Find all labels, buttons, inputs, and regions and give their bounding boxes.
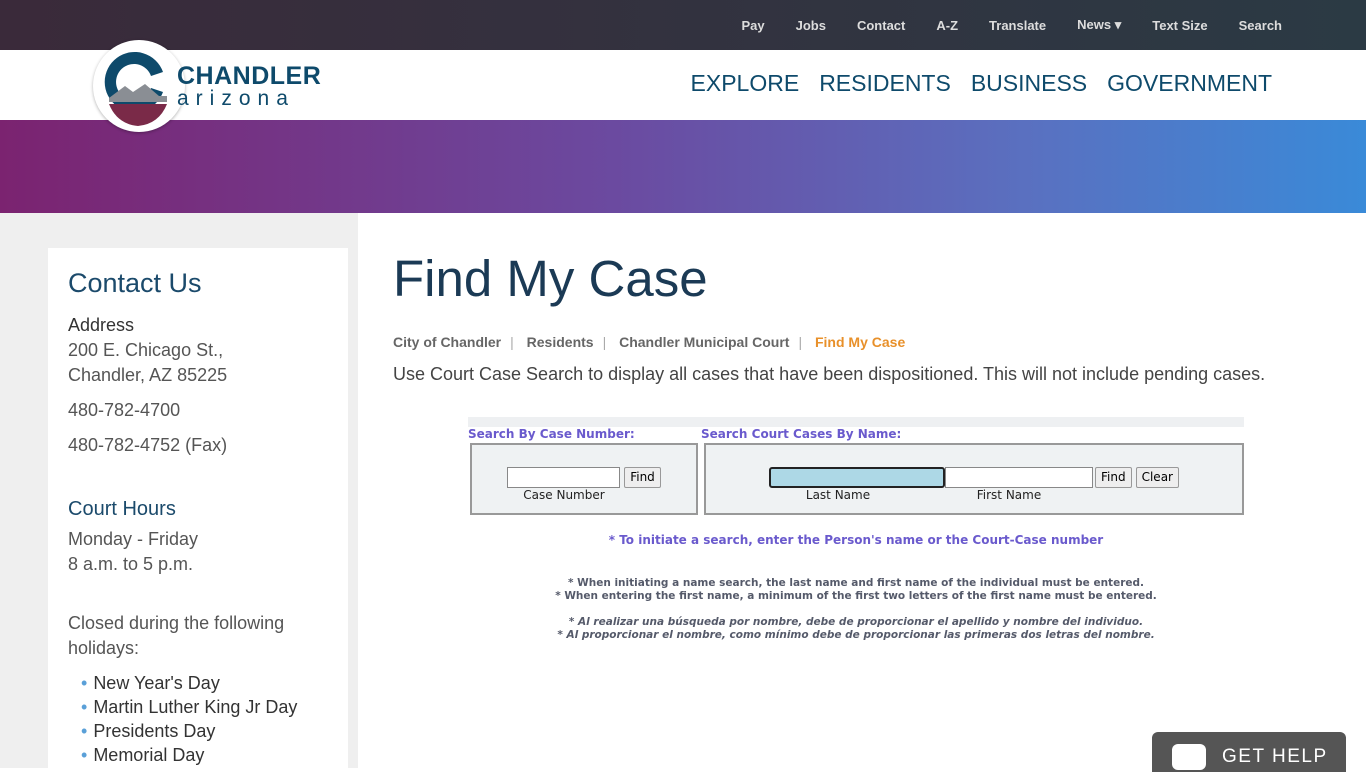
search-note: * To initiate a search, enter the Person…: [608, 533, 1104, 547]
list-item: New Year's Day: [81, 671, 328, 695]
banner: [0, 120, 1366, 213]
main-content: Find My Case City of Chandler | Residents…: [358, 213, 1366, 768]
nav-government[interactable]: GOVERNMENT: [1107, 70, 1272, 97]
address-label: Address: [68, 315, 135, 335]
case-find-button[interactable]: Find: [624, 466, 661, 488]
first-name-input[interactable]: [945, 466, 1093, 488]
intro-text: Use Court Case Search to display all cas…: [393, 364, 1266, 384]
clear-button[interactable]: Clear: [1135, 466, 1179, 488]
breadcrumb-current: Find My Case: [814, 334, 906, 350]
breadcrumb-court[interactable]: Chandler Municipal Court: [619, 334, 789, 350]
utility-nav: Pay Jobs Contact A-Z Translate News ▾ Te…: [0, 0, 1366, 50]
header: CHANDLER arizona EXPLORE RESIDENTS BUSIN…: [0, 40, 1366, 132]
nav-explore[interactable]: EXPLORE: [691, 70, 800, 97]
first-name-label: First Name: [976, 487, 1042, 502]
contact-title: Contact Us: [68, 268, 202, 298]
nav-news[interactable]: News ▾: [1077, 17, 1121, 33]
last-name-input[interactable]: [769, 466, 945, 488]
fax: 480-782-4752 (Fax): [68, 435, 228, 455]
list-item: Martin Luther King Jr Day: [81, 695, 328, 719]
page-title: Find My Case: [393, 250, 708, 307]
note-en-2: * When entering the first name, a minimu…: [555, 590, 1157, 602]
case-number-input[interactable]: [507, 466, 621, 488]
nav-pay[interactable]: Pay: [741, 18, 764, 33]
list-item: Memorial Day: [81, 743, 328, 767]
case-number-label: Case Number: [523, 487, 605, 502]
list-item: Presidents Day: [81, 719, 328, 743]
get-help-button[interactable]: GET HELP: [1152, 732, 1346, 772]
last-name-label: Last Name: [805, 487, 871, 502]
holiday-list: New Year's Day Martin Luther King Jr Day…: [81, 671, 328, 767]
hours2: 8 a.m. to 5 p.m.: [68, 554, 194, 574]
nav-a-z[interactable]: A-Z: [936, 18, 958, 33]
main-nav: EXPLORE RESIDENTS BUSINESS GOVERNMENT: [691, 70, 1272, 97]
breadcrumb-residents[interactable]: Residents: [527, 334, 594, 350]
address2: Chandler, AZ 85225: [68, 365, 228, 385]
note-es-2: * Al proporcionar el nombre, como mínimo…: [557, 629, 1155, 641]
case-search-form: Search By Case Number: Search Court Case…: [468, 417, 1244, 642]
case-heading: Search By Case Number:: [468, 427, 635, 441]
nav-text-size[interactable]: Text Size: [1152, 18, 1207, 33]
breadcrumb: City of Chandler | Residents | Chandler Mu…: [393, 334, 906, 350]
hours-title: Court Hours: [68, 498, 176, 520]
nav-translate[interactable]: Translate: [989, 18, 1046, 33]
name-find-button[interactable]: Find: [1095, 466, 1132, 488]
address1: 200 E. Chicago St.,: [68, 340, 224, 360]
closed-text: Closed during the following holidays:: [68, 613, 285, 658]
note-es-1: * Al realizar una búsqueda por nombre, d…: [568, 616, 1144, 628]
chat-icon: [1172, 744, 1206, 770]
nav-search[interactable]: Search: [1239, 18, 1282, 33]
name-heading: Search Court Cases By Name:: [701, 427, 902, 441]
logo-text: CHANDLER arizona: [177, 62, 321, 111]
breadcrumb-city[interactable]: City of Chandler: [393, 334, 501, 350]
contact-sidebar: Contact Us Address 200 E. Chicago St., Cha…: [48, 248, 348, 768]
phone[interactable]: 480-782-4700: [68, 398, 328, 423]
nav-contact[interactable]: Contact: [857, 18, 905, 33]
nav-business[interactable]: BUSINESS: [971, 70, 1087, 97]
note-en-1: * When initiating a name search, the las…: [568, 577, 1144, 589]
logo[interactable]: [93, 40, 185, 132]
nav-jobs[interactable]: Jobs: [796, 18, 826, 33]
nav-residents[interactable]: RESIDENTS: [819, 70, 951, 97]
get-help-label: GET HELP: [1222, 746, 1328, 767]
hours1: Monday - Friday: [68, 529, 199, 549]
